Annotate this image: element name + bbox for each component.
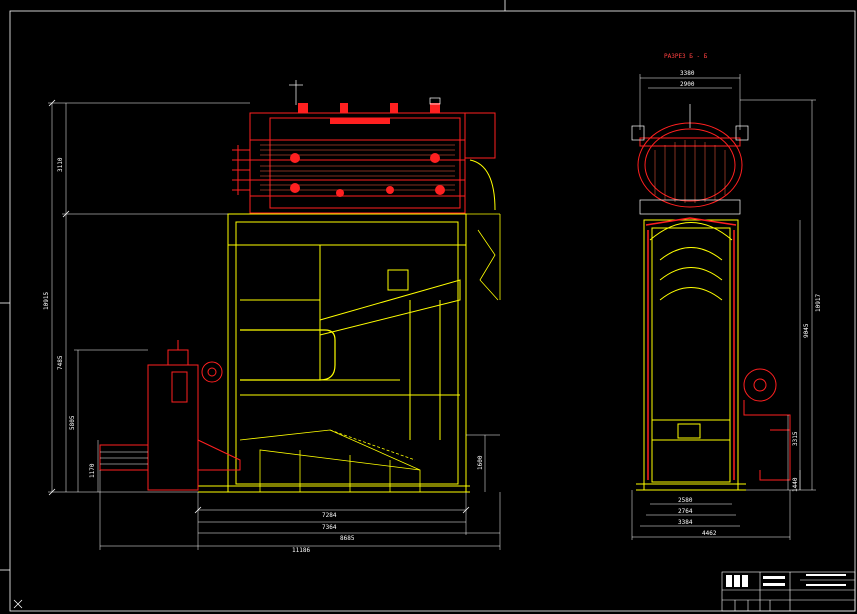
right-dimension-lines [631,74,816,540]
dim-bottom-4: 11186 [292,547,310,554]
base-frame [198,485,470,493]
left-dimension-ticks [48,99,470,514]
section-fan [743,368,791,481]
section-base [636,483,746,491]
dim-right-3: 3315 [792,431,799,446]
dim-bottom-2: 7364 [322,524,337,531]
coal-feeder [99,340,241,491]
dim-base: 1170 [89,463,96,478]
dim-right: 1600 [477,455,484,470]
dim-top: 3110 [57,157,64,172]
dim-lower: 5805 [69,415,76,430]
drum-tube-bundle [260,144,455,191]
dim-section-bottom-3: 3384 [678,519,693,526]
title-block-logo [726,574,846,587]
section-furnace [643,219,739,491]
dim-section-bottom-4: 4462 [702,530,717,537]
drawing-frame [0,0,856,612]
left-dimension-lines [48,102,501,550]
dim-bottom-1: 7284 [322,512,337,519]
grate-section [239,429,421,492]
flue-duct [469,159,496,211]
feeder-chain [100,451,148,465]
dim-section-bottom-2: 2764 [678,508,693,515]
dim-right-2: 9045 [803,323,810,338]
dim-total-height: 10915 [43,292,50,310]
dim-top-1: 3380 [680,70,695,77]
section-ash-door [677,423,701,439]
upper-drum-section [249,112,496,214]
dim-section-bottom-1: 2580 [678,497,693,504]
gas-duct [240,329,336,381]
boiler-side-view: 3110 10915 7485 5805 1170 1600 7284 7364… [43,80,501,554]
title-block [721,571,856,612]
dim-bottom-3: 8685 [340,535,355,542]
dim-right-4: 1440 [792,477,799,492]
left-piping [232,145,250,195]
boiler-section-view: РАЗРЕЗ Б - Б 3380 2900 10917 9045 3315 1… [631,53,822,540]
feeder-fan [201,361,223,383]
furnace-front-column [466,213,501,301]
section-furnace-walls [645,217,737,480]
dim-mid: 7485 [57,355,64,370]
section-drum-tubes [654,140,726,203]
safety-valves [289,80,441,105]
origin-marker [13,599,23,609]
dim-right-1: 10917 [815,294,822,312]
section-drum-frame [631,104,749,215]
section-title: РАЗРЕЗ Б - Б [664,53,708,60]
drawing-canvas: 3110 10915 7485 5805 1170 1600 7284 7364… [0,0,856,612]
dim-top-2: 2900 [680,81,695,88]
section-drum [637,122,743,208]
